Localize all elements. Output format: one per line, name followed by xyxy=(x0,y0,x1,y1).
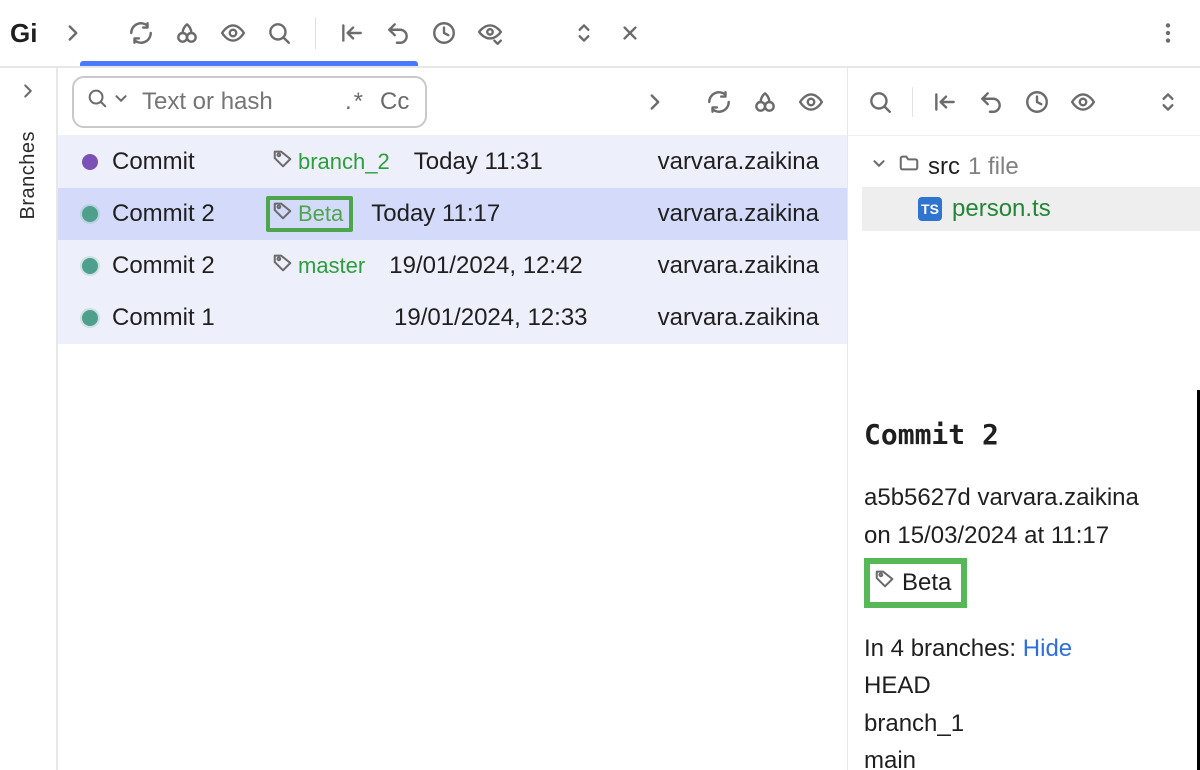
commit-date: Today 11:17 xyxy=(371,200,500,228)
tag-icon xyxy=(272,200,294,228)
match-case-toggle[interactable]: Cc xyxy=(376,88,413,116)
eye-icon[interactable] xyxy=(1061,80,1105,124)
commit-hash-author: a5b5627d varvara.zaikina xyxy=(864,479,1181,517)
commit-author: varvara.zaikina xyxy=(658,148,819,176)
commit-row[interactable]: Commit 2 Beta Today 11:17 varvara.zaikina xyxy=(58,188,847,240)
branch-tag-chip[interactable]: master xyxy=(266,252,371,280)
commit-tag[interactable]: Beta xyxy=(864,558,967,608)
clock-icon[interactable] xyxy=(1015,80,1059,124)
ts-file-icon: TS xyxy=(918,197,942,221)
hide-branches-link[interactable]: Hide xyxy=(1023,635,1072,662)
close-icon[interactable] xyxy=(608,11,652,55)
branch-item: HEAD xyxy=(864,667,1181,704)
file-row[interactable]: TS person.ts xyxy=(862,187,1200,231)
undo-icon[interactable] xyxy=(376,11,420,55)
tag-icon xyxy=(272,148,294,176)
expand-collapse-icon[interactable] xyxy=(562,11,606,55)
log-toolbar: .* Cc xyxy=(58,68,847,136)
search-dropdown-icon[interactable] xyxy=(110,87,132,116)
file-count: 1 file xyxy=(968,153,1019,181)
search-input[interactable] xyxy=(142,88,332,116)
branches-tab-label[interactable]: Branches xyxy=(17,131,40,220)
checkout-icon[interactable] xyxy=(923,80,967,124)
branch-tag-chip[interactable]: branch_2 xyxy=(266,148,396,176)
commit-author: varvara.zaikina xyxy=(658,252,819,280)
commit-author: varvara.zaikina xyxy=(658,304,819,332)
chevron-down-icon[interactable] xyxy=(868,152,890,181)
graph-dot xyxy=(82,310,98,326)
commit-row[interactable]: Commit branch_2 Today 11:31 varvara.zaikina xyxy=(58,136,847,188)
top-toolbar: Gi xyxy=(0,0,1200,68)
commit-date: on 15/03/2024 at 11:17 xyxy=(864,517,1181,555)
commit-list: Commit branch_2 Today 11:31 varvara.zaikina… xyxy=(58,136,847,344)
file-name: person.ts xyxy=(952,195,1051,223)
graph-dot xyxy=(82,258,98,274)
commit-log-panel: .* Cc Commit branch_2 Today 11:31 varvara.z… xyxy=(58,68,848,770)
in-branches-block: In 4 branches: Hide HEADbranch_1mainbran… xyxy=(864,630,1181,770)
eye-icon[interactable] xyxy=(789,80,833,124)
chevron-right-icon[interactable] xyxy=(633,80,677,124)
commit-row[interactable]: Commit 2 master 19/01/2024, 12:42 varvara.z… xyxy=(58,240,847,292)
cherry-pick-icon[interactable] xyxy=(165,11,209,55)
clock-icon[interactable] xyxy=(422,11,466,55)
tag-icon xyxy=(272,252,294,280)
regex-toggle[interactable]: .* xyxy=(342,88,366,116)
folder-row[interactable]: src 1 file xyxy=(862,146,1200,187)
eye-icon[interactable] xyxy=(211,11,255,55)
commit-date: Today 11:31 xyxy=(414,148,543,176)
tag-icon xyxy=(874,564,896,602)
kebab-menu-icon[interactable] xyxy=(1146,11,1190,55)
graph-dot xyxy=(82,154,98,170)
commit-date: 19/01/2024, 12:42 xyxy=(389,252,583,280)
toolbar-separator xyxy=(912,87,913,117)
commit-date: 19/01/2024, 12:33 xyxy=(394,304,588,332)
chevron-right-icon[interactable] xyxy=(51,11,95,55)
expand-collapse-icon[interactable] xyxy=(1146,80,1190,124)
changed-files-tree: src 1 file TS person.ts xyxy=(848,136,1200,231)
cherry-pick-icon[interactable] xyxy=(743,80,787,124)
checkout-icon[interactable] xyxy=(330,11,374,55)
branches-list: HEADbranch_1mainbranch_2 xyxy=(864,667,1181,770)
commit-row[interactable]: Commit 1 19/01/2024, 12:33 varvara.zaikina xyxy=(58,292,847,344)
details-panel: src 1 file TS person.ts Commit 2 a5b5627… xyxy=(848,68,1200,770)
search-icon[interactable] xyxy=(257,11,301,55)
graph-dot xyxy=(82,206,98,222)
refresh-icon[interactable] xyxy=(697,80,741,124)
commit-detail: Commit 2 a5b5627d varvara.zaikina on 15/… xyxy=(848,390,1200,770)
commit-author: varvara.zaikina xyxy=(658,200,819,228)
undo-icon[interactable] xyxy=(969,80,1013,124)
branch-tag-chip[interactable]: Beta xyxy=(266,196,353,232)
commit-message: Commit 2 xyxy=(112,200,252,228)
branches-sidebar[interactable]: Branches xyxy=(0,68,58,770)
app-logo: Gi xyxy=(10,18,37,49)
commit-message: Commit xyxy=(112,148,252,176)
toolbar-separator xyxy=(315,17,316,49)
search-icon[interactable] xyxy=(858,80,902,124)
commit-message: Commit 2 xyxy=(112,252,252,280)
refresh-icon[interactable] xyxy=(119,11,163,55)
eye-dropdown-icon[interactable] xyxy=(468,11,512,55)
search-icon xyxy=(86,87,108,116)
search-input-container[interactable]: .* Cc xyxy=(72,76,427,128)
folder-icon xyxy=(898,152,920,181)
details-toolbar xyxy=(848,68,1200,136)
chevron-right-icon[interactable] xyxy=(17,80,39,109)
branch-item: branch_1 xyxy=(864,705,1181,742)
folder-name: src xyxy=(928,153,960,181)
commit-title: Commit 2 xyxy=(864,418,1181,451)
active-tab-underline xyxy=(80,61,418,66)
commit-message: Commit 1 xyxy=(112,304,252,332)
branch-item: main xyxy=(864,742,1181,770)
